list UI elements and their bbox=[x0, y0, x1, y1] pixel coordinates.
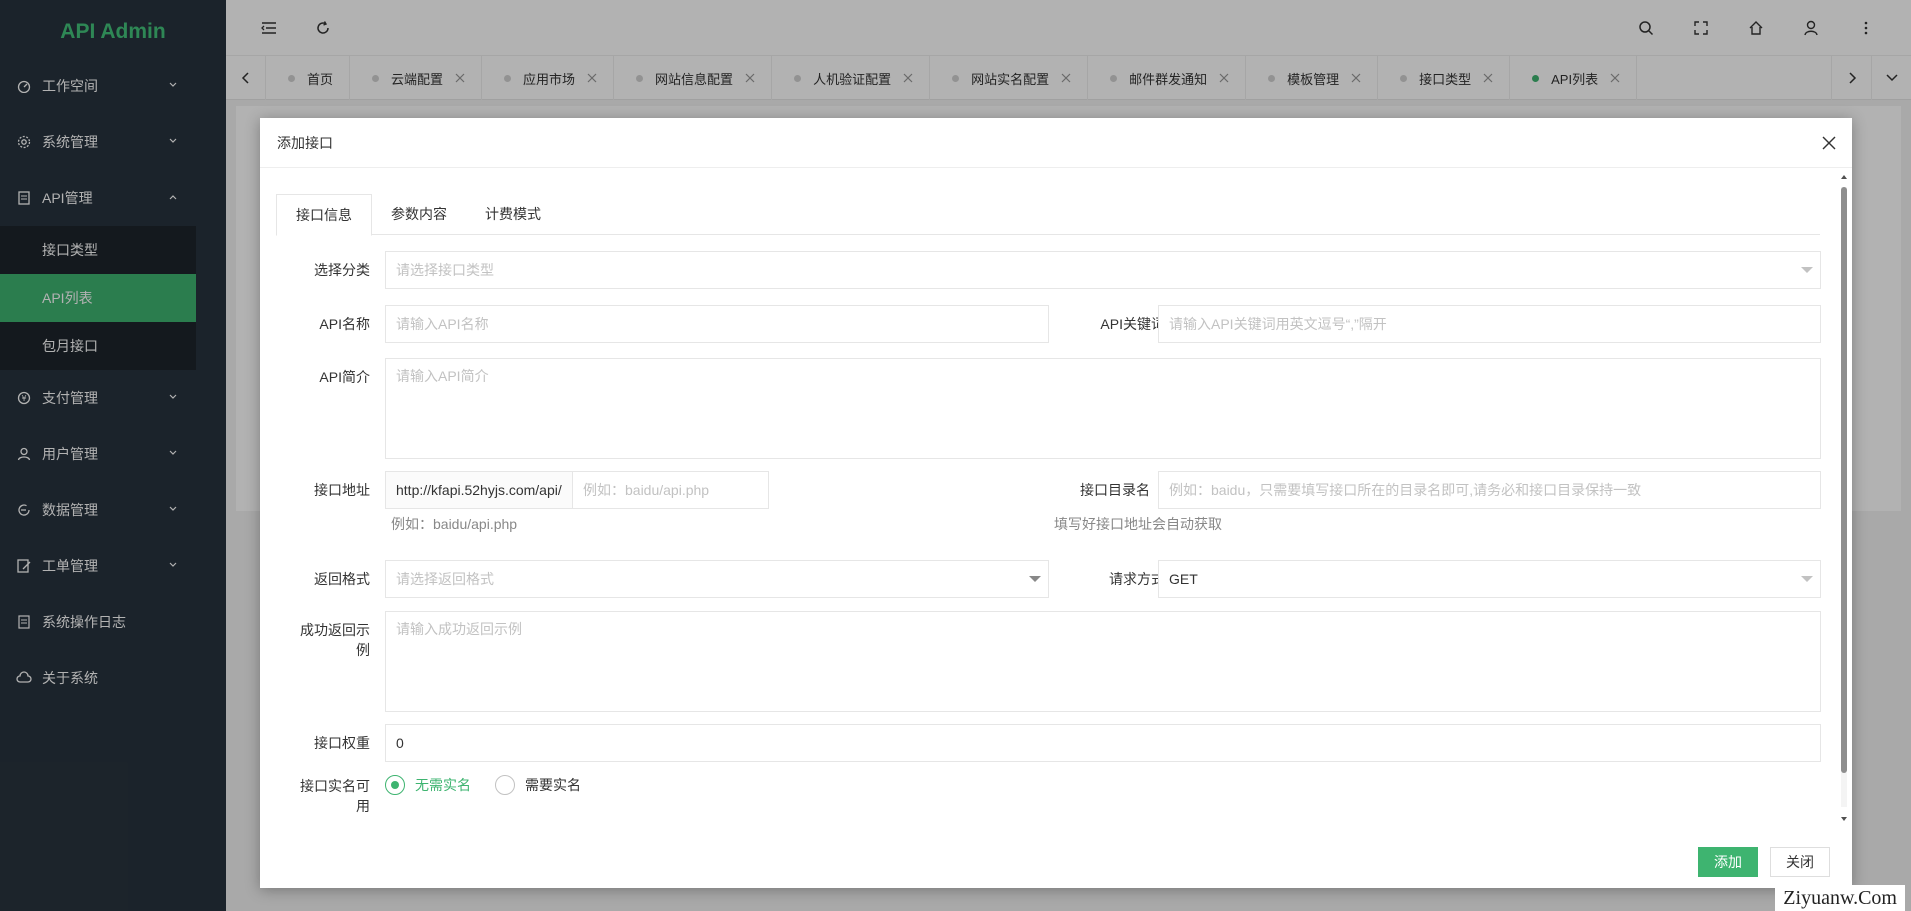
category-select[interactable]: 请选择接口类型 bbox=[385, 251, 1821, 289]
scroll-up-arrow-icon[interactable] bbox=[1840, 173, 1848, 181]
tab-params[interactable]: 参数内容 bbox=[372, 194, 466, 235]
radio-checked-icon bbox=[385, 775, 405, 795]
realname-label: 接口实名可用 bbox=[300, 778, 370, 814]
tab-billing[interactable]: 计费模式 bbox=[466, 194, 560, 235]
add-api-dialog: 添加接口 接口信息 参数内容 计费模式 选择分类 请选择接口类型 API名称 请… bbox=[260, 118, 1852, 888]
realname-option-required[interactable]: 需要实名 bbox=[495, 775, 581, 795]
api-name-label: API名称 bbox=[319, 316, 370, 332]
request-method-label: 请求方式 bbox=[1109, 571, 1165, 587]
scroll-down-arrow-icon[interactable] bbox=[1840, 815, 1848, 823]
category-dropdown-icon bbox=[1801, 267, 1813, 273]
success-example-label: 成功返回示例 bbox=[300, 622, 370, 658]
success-example-textarea[interactable]: 请输入成功返回示例 bbox=[385, 611, 1821, 712]
dialog-scrollbar[interactable] bbox=[1838, 173, 1850, 823]
directory-hint: 填写好接口地址会自动获取 bbox=[1054, 516, 1222, 532]
radio-unchecked-icon bbox=[495, 775, 515, 795]
tab-api-info[interactable]: 接口信息 bbox=[276, 194, 372, 236]
endpoint-hint: 例如：baidu/api.php bbox=[391, 516, 518, 532]
weight-input[interactable]: 0 bbox=[385, 724, 1821, 762]
watermark: Ziyuanw.Com bbox=[1775, 885, 1905, 911]
endpoint-label: 接口地址 bbox=[314, 482, 370, 498]
dialog-title: 添加接口 bbox=[260, 118, 1852, 168]
category-label: 选择分类 bbox=[314, 262, 370, 278]
radio-label: 无需实名 bbox=[415, 777, 471, 793]
scroll-thumb[interactable] bbox=[1841, 187, 1847, 773]
directory-input[interactable]: 例如：baidu，只需要填写接口所在的目录名即可,请务必和接口目录保持一致 bbox=[1158, 471, 1821, 509]
dialog-body: 接口信息 参数内容 计费模式 选择分类 请选择接口类型 API名称 请输入API… bbox=[260, 169, 1835, 822]
api-name-input[interactable]: 请输入API名称 bbox=[385, 305, 1049, 343]
close-icon[interactable] bbox=[1820, 134, 1838, 152]
directory-label: 接口目录名 bbox=[1080, 482, 1150, 498]
api-intro-textarea[interactable]: 请输入API简介 bbox=[385, 358, 1821, 459]
return-format-select[interactable]: 请选择返回格式 bbox=[385, 560, 1049, 598]
endpoint-prefix: http://kfapi.52hyjs.com/api/ bbox=[385, 471, 573, 509]
radio-label: 需要实名 bbox=[525, 777, 581, 793]
add-button[interactable]: 添加 bbox=[1698, 847, 1758, 877]
dialog-tabs: 接口信息 参数内容 计费模式 bbox=[276, 194, 1820, 236]
return-format-dropdown-icon bbox=[1029, 576, 1041, 582]
request-method-dropdown-icon bbox=[1801, 576, 1813, 582]
api-intro-label: API简介 bbox=[319, 369, 370, 385]
api-keywords-label: API关键词 bbox=[1100, 316, 1165, 332]
request-method-select[interactable]: GET bbox=[1158, 560, 1821, 598]
endpoint-input[interactable]: 例如：baidu/api.php bbox=[572, 471, 769, 509]
close-button[interactable]: 关闭 bbox=[1770, 847, 1830, 877]
weight-label: 接口权重 bbox=[314, 735, 370, 751]
return-format-label: 返回格式 bbox=[314, 571, 370, 587]
realname-option-none[interactable]: 无需实名 bbox=[385, 775, 471, 795]
api-keywords-input[interactable]: 请输入API关键词用英文逗号“,”隔开 bbox=[1158, 305, 1821, 343]
